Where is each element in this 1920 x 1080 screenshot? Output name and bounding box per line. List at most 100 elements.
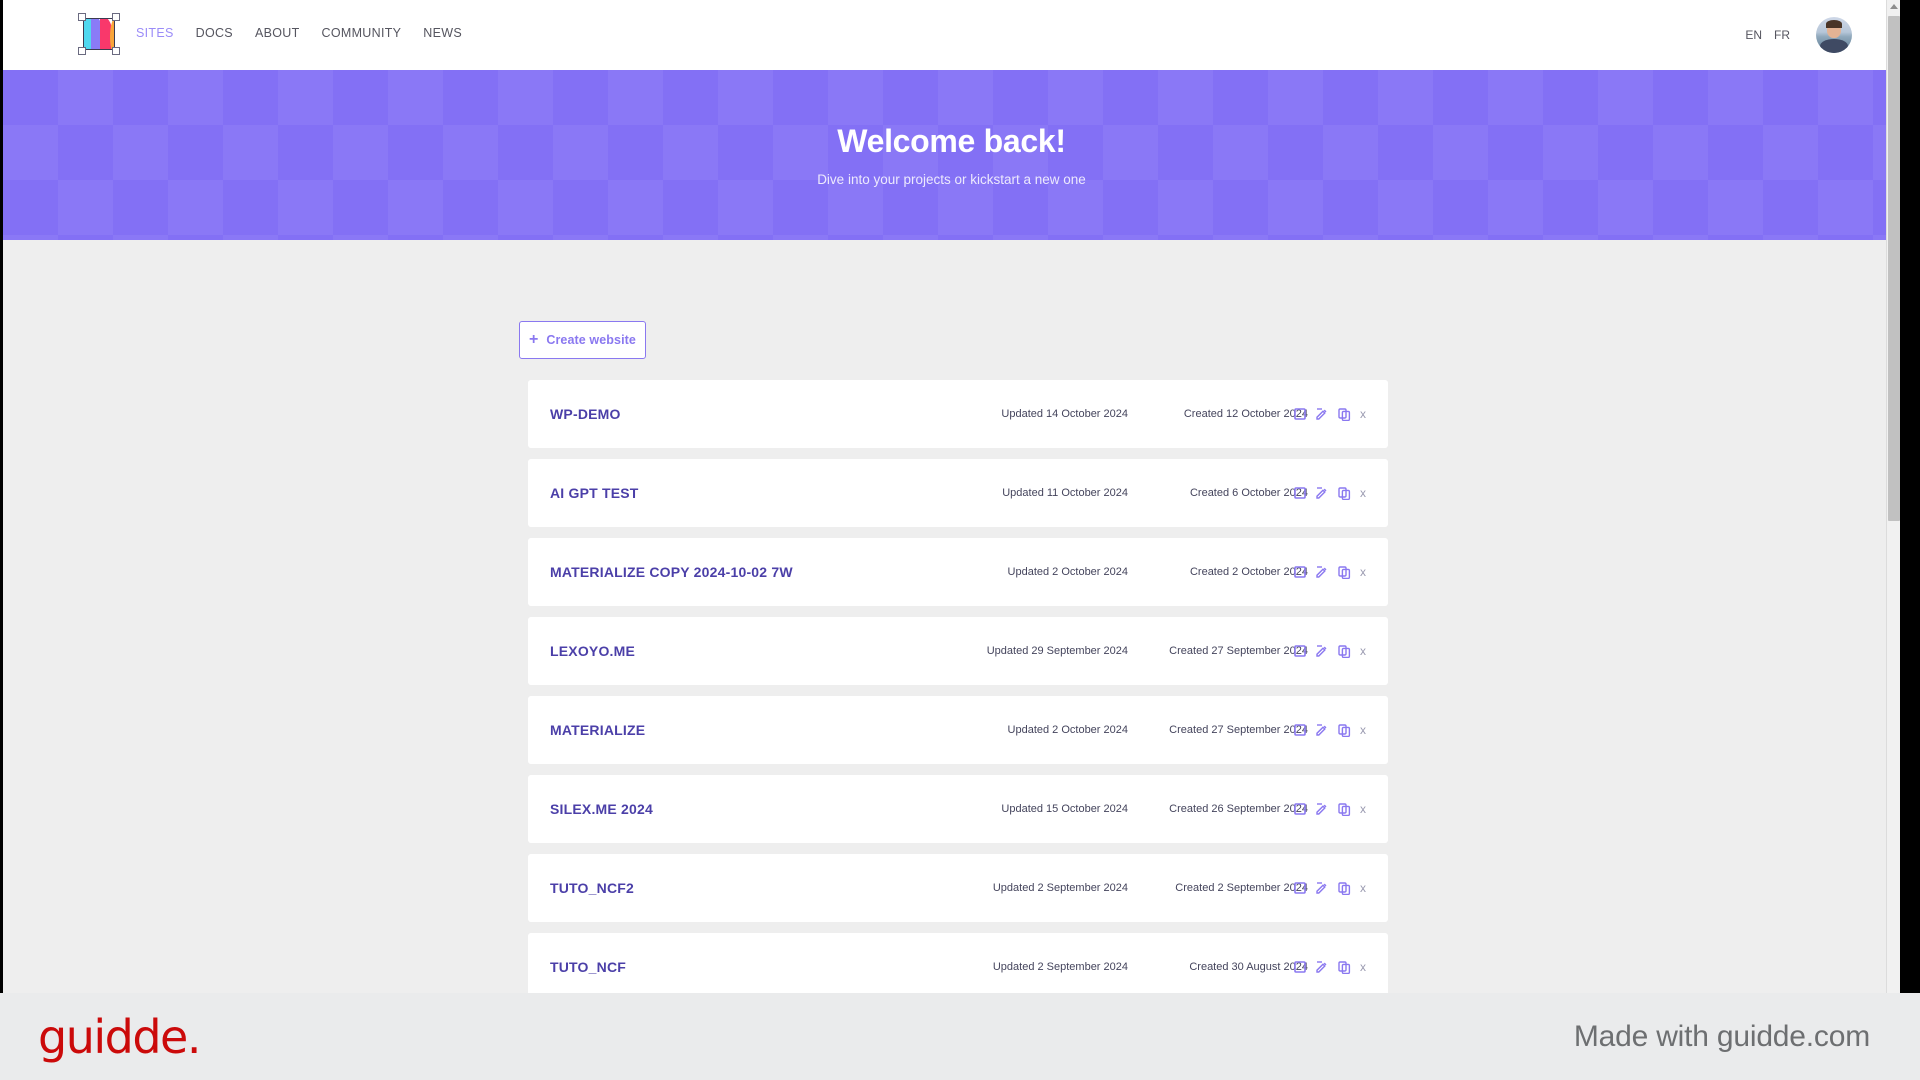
resize-handle-bottom-left-icon xyxy=(78,47,86,55)
site-name: LEXOYO.ME xyxy=(550,643,636,659)
nav-item-community[interactable]: COMMUNITY xyxy=(322,26,402,40)
site-updated-date: Updated 2 October 2024 xyxy=(1007,566,1128,578)
site-created-date: Created 27 September 2024 xyxy=(1169,724,1308,736)
edit-icon[interactable] xyxy=(1315,565,1329,579)
logo-band-orange xyxy=(110,19,114,49)
site-created-date: Created 6 October 2024 xyxy=(1189,487,1308,499)
site-row[interactable]: MATERIALIZE Updated 2 October 2024 Created… xyxy=(528,696,1388,764)
duplicate-icon[interactable] xyxy=(1337,565,1351,579)
site-updated-date: Updated 14 October 2024 xyxy=(1001,408,1128,420)
delete-icon[interactable]: x xyxy=(1359,644,1366,658)
edit-icon[interactable] xyxy=(1315,802,1329,816)
site-row[interactable]: SILEX.ME 2024 Updated 15 October 2024 Crea… xyxy=(528,775,1388,843)
duplicate-icon[interactable] xyxy=(1337,486,1351,500)
avatar-body xyxy=(1820,39,1848,53)
site-created-date: Created 30 August 2024 xyxy=(1189,961,1308,973)
site-header: SITES DOCS ABOUT COMMUNITY NEWS EN FR xyxy=(3,0,1900,70)
site-name: TUTO_NCF2 xyxy=(550,880,634,896)
sites-list: WP-DEMO Updated 14 October 2024 Created 12… xyxy=(528,380,1388,993)
page-subtitle: Dive into your projects or kickstart a n… xyxy=(817,172,1086,187)
browser-viewport: SITES DOCS ABOUT COMMUNITY NEWS EN FR We… xyxy=(3,0,1900,993)
edit-icon[interactable] xyxy=(1315,407,1329,421)
guidde-footer-bar: guidde. Made with guidde.com xyxy=(0,993,1920,1080)
site-name: WP-DEMO xyxy=(550,406,621,422)
duplicate-icon[interactable] xyxy=(1337,644,1351,658)
nav-item-about[interactable]: ABOUT xyxy=(255,26,300,40)
logo-frame xyxy=(83,18,115,50)
delete-icon[interactable]: x xyxy=(1359,407,1366,421)
preview-icon[interactable] xyxy=(1293,881,1307,895)
site-meta: Updated 14 October 2024 Created 12 Octobe… xyxy=(948,408,1308,420)
site-row[interactable]: TUTO_NCF Updated 2 September 2024 Created … xyxy=(528,933,1388,993)
site-actions: x xyxy=(1293,644,1366,658)
create-website-label: Create website xyxy=(546,333,636,347)
site-name: MATERIALIZE COPY 2024-10-02 7W xyxy=(550,564,793,580)
site-actions: x xyxy=(1293,407,1366,421)
preview-icon[interactable] xyxy=(1293,486,1307,500)
preview-icon[interactable] xyxy=(1293,723,1307,737)
site-row[interactable]: AI GPT TEST Updated 11 October 2024 Create… xyxy=(528,459,1388,527)
resize-handle-top-left-icon xyxy=(78,13,86,21)
duplicate-icon[interactable] xyxy=(1337,881,1351,895)
content-area: + Create website WP-DEMO Updated 14 Octob… xyxy=(3,240,1900,993)
language-link-en[interactable]: EN xyxy=(1745,28,1762,42)
duplicate-icon[interactable] xyxy=(1337,407,1351,421)
language-switcher: EN FR xyxy=(1745,28,1790,42)
plus-icon: + xyxy=(529,331,539,348)
site-created-date: Created 26 September 2024 xyxy=(1169,803,1308,815)
edit-icon[interactable] xyxy=(1315,960,1329,974)
language-link-fr[interactable]: FR xyxy=(1774,28,1790,42)
create-website-button[interactable]: + Create website xyxy=(519,321,646,359)
avatar[interactable] xyxy=(1816,17,1852,53)
preview-icon[interactable] xyxy=(1293,960,1307,974)
resize-handle-top-right-icon xyxy=(112,13,120,21)
site-row[interactable]: LEXOYO.ME Updated 29 September 2024 Create… xyxy=(528,617,1388,685)
site-actions: x xyxy=(1293,881,1366,895)
site-meta: Updated 15 October 2024 Created 26 Septem… xyxy=(948,803,1308,815)
site-row[interactable]: WP-DEMO Updated 14 October 2024 Created 12… xyxy=(528,380,1388,448)
made-with-guidde-text: Made with guidde.com xyxy=(1573,1020,1870,1053)
site-name: MATERIALIZE xyxy=(550,722,646,738)
preview-icon[interactable] xyxy=(1293,565,1307,579)
site-actions: x xyxy=(1293,960,1366,974)
preview-icon[interactable] xyxy=(1293,407,1307,421)
duplicate-icon[interactable] xyxy=(1337,802,1351,816)
nav-item-sites[interactable]: SITES xyxy=(136,26,174,40)
site-meta: Updated 2 September 2024 Created 30 Augus… xyxy=(948,961,1308,973)
scrollbar-thumb[interactable] xyxy=(1888,16,1900,521)
site-created-date: Created 27 September 2024 xyxy=(1169,645,1308,657)
site-created-date: Created 12 October 2024 xyxy=(1183,408,1308,420)
scroll-up-arrow-icon[interactable] xyxy=(1890,4,1898,9)
site-created-date: Created 2 September 2024 xyxy=(1175,882,1308,894)
site-actions: x xyxy=(1293,486,1366,500)
nav-item-docs[interactable]: DOCS xyxy=(196,26,233,40)
main-nav: SITES DOCS ABOUT COMMUNITY NEWS xyxy=(136,26,462,40)
edit-icon[interactable] xyxy=(1315,644,1329,658)
site-updated-date: Updated 2 September 2024 xyxy=(992,961,1128,973)
site-meta: Updated 2 October 2024 Created 2 October … xyxy=(948,566,1308,578)
vertical-scrollbar[interactable] xyxy=(1886,0,1900,993)
delete-icon[interactable]: x xyxy=(1359,486,1366,500)
nav-item-news[interactable]: NEWS xyxy=(423,26,462,40)
avatar-hair xyxy=(1826,20,1842,28)
preview-icon[interactable] xyxy=(1293,802,1307,816)
delete-icon[interactable]: x xyxy=(1359,802,1366,816)
site-name: TUTO_NCF xyxy=(550,959,627,975)
edit-icon[interactable] xyxy=(1315,723,1329,737)
edit-icon[interactable] xyxy=(1315,881,1329,895)
delete-icon[interactable]: x xyxy=(1359,723,1366,737)
preview-icon[interactable] xyxy=(1293,644,1307,658)
site-row[interactable]: TUTO_NCF2 Updated 2 September 2024 Created… xyxy=(528,854,1388,922)
duplicate-icon[interactable] xyxy=(1337,960,1351,974)
duplicate-icon[interactable] xyxy=(1337,723,1351,737)
site-meta: Updated 29 September 2024 Created 27 Sept… xyxy=(948,645,1308,657)
delete-icon[interactable]: x xyxy=(1359,960,1366,974)
site-row[interactable]: MATERIALIZE COPY 2024-10-02 7W Updated 2 … xyxy=(528,538,1388,606)
guidde-logo: guidde. xyxy=(38,1010,201,1064)
silex-logo-icon[interactable] xyxy=(78,13,120,55)
delete-icon[interactable]: x xyxy=(1359,565,1366,579)
delete-icon[interactable]: x xyxy=(1359,881,1366,895)
edit-icon[interactable] xyxy=(1315,486,1329,500)
site-created-date: Created 2 October 2024 xyxy=(1189,566,1308,578)
hero-banner: Welcome back! Dive into your projects or… xyxy=(3,70,1900,240)
